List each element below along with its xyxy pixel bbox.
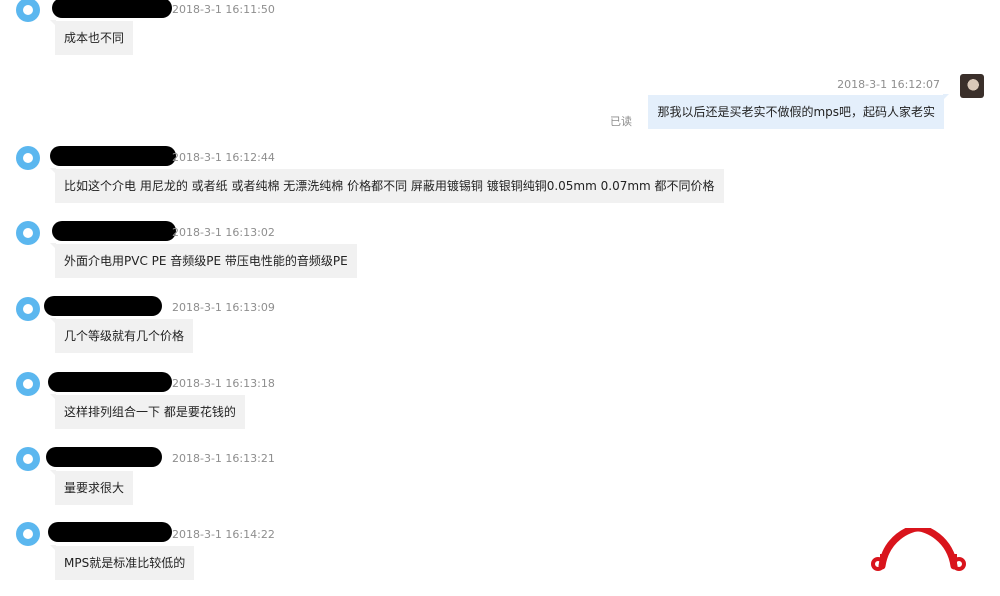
avatar[interactable]: [16, 522, 40, 546]
avatar[interactable]: [960, 74, 984, 98]
avatar[interactable]: [16, 221, 40, 245]
message-bubble[interactable]: MPS就是标准比较低的: [49, 545, 195, 580]
message-bubble[interactable]: 这样排列组合一下 都是要花钱的: [50, 394, 245, 429]
redacted-username: [50, 146, 176, 166]
headphones-logo-icon: [871, 528, 966, 571]
avatar[interactable]: [16, 0, 40, 22]
message-bubble[interactable]: 几个等级就有几个价格: [49, 318, 194, 353]
message-bubble[interactable]: 外面介电用PVC PE 音频级PE 带压电性能的音频级PE: [50, 243, 357, 278]
read-status: 已读: [610, 115, 632, 128]
message-bubble[interactable]: 那我以后还是买老实不做假的mps吧，起码人家老实: [648, 94, 949, 129]
redacted-username: [52, 221, 176, 241]
message-timestamp: 2018-3-1 16:12:44: [172, 151, 275, 164]
message-timestamp: 2018-3-1 16:11:50: [172, 3, 275, 16]
avatar[interactable]: [16, 372, 40, 396]
message-timestamp: 2018-3-1 16:13:18: [172, 377, 275, 390]
message-timestamp: 2018-3-1 16:12:07: [837, 78, 940, 91]
redacted-username: [44, 296, 162, 316]
message-timestamp: 2018-3-1 16:13:09: [172, 301, 275, 314]
chat-history: 2018-3-1 16:11:50 成本也不同 2018-3-1 16:12:0…: [0, 0, 1000, 596]
redacted-username: [48, 522, 172, 542]
message-bubble[interactable]: 比如这个介电 用尼龙的 或者纸 或者纯棉 无漂洗纯棉 价格都不同 屏蔽用镀锡铜 …: [50, 168, 724, 203]
message-timestamp: 2018-3-1 16:13:02: [172, 226, 275, 239]
avatar[interactable]: [16, 297, 40, 321]
message-timestamp: 2018-3-1 16:14:22: [172, 528, 275, 541]
redacted-username: [46, 447, 162, 467]
redacted-username: [52, 0, 172, 18]
avatar[interactable]: [16, 447, 40, 471]
avatar[interactable]: [16, 146, 40, 170]
message-bubble[interactable]: 成本也不同: [49, 20, 134, 55]
message-bubble[interactable]: 量要求很大: [49, 470, 134, 505]
redacted-username: [48, 372, 172, 392]
message-timestamp: 2018-3-1 16:13:21: [172, 452, 275, 465]
